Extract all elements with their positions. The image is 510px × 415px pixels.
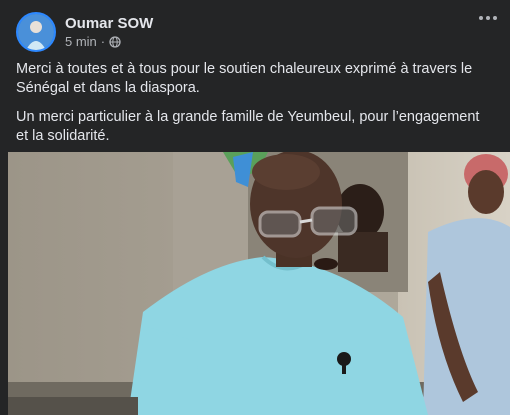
post-time[interactable]: 5 min bbox=[65, 33, 97, 50]
separator-dot: · bbox=[100, 34, 106, 49]
author-avatar[interactable] bbox=[16, 12, 56, 52]
post-subline: 5 min · bbox=[65, 33, 153, 50]
post-meta: Oumar SOW 5 min · bbox=[65, 14, 153, 50]
post-paragraph-1: Merci à toutes et à tous pour le soutien… bbox=[16, 61, 473, 96]
avatar-image bbox=[18, 14, 54, 50]
globe-icon[interactable] bbox=[109, 35, 121, 48]
post-card: Oumar SOW 5 min · Merci à toutes et à to… bbox=[0, 0, 510, 415]
post-photo[interactable] bbox=[8, 152, 510, 415]
author-name[interactable]: Oumar SOW bbox=[65, 14, 153, 33]
post-header: Oumar SOW 5 min · bbox=[16, 10, 494, 54]
more-options-icon[interactable] bbox=[474, 8, 502, 28]
photo-image bbox=[8, 152, 510, 415]
post-paragraph-2: Un merci particulier à la grande famille… bbox=[16, 109, 480, 144]
post-text: Merci à toutes et à tous pour le soutien… bbox=[16, 60, 494, 156]
